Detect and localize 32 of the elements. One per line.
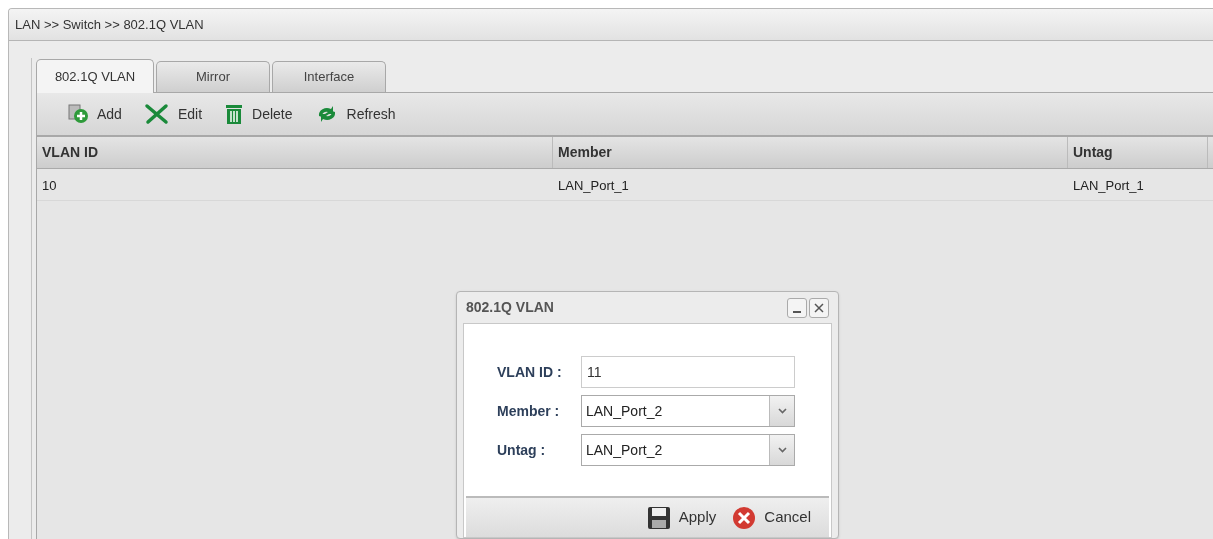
- chevron-down-icon: [777, 447, 787, 453]
- column-header: Untag: [1073, 143, 1113, 162]
- dropdown[interactable]: LAN_Port_2: [581, 395, 795, 427]
- table-cell: LAN_Port_1: [558, 177, 629, 193]
- column-header: Member: [558, 143, 612, 162]
- dropdown[interactable]: LAN_Port_2: [581, 434, 795, 466]
- field-label: VLAN ID :: [497, 362, 563, 382]
- table-cell: LAN_Port_1: [1073, 177, 1144, 193]
- field-label: Untag :: [497, 440, 547, 460]
- cancel-icon: [732, 505, 757, 530]
- chevron-down-icon: [777, 408, 787, 414]
- column-header: VLAN ID: [42, 143, 98, 162]
- tab[interactable]: 802.1Q VLAN: [36, 59, 154, 93]
- breadcrumb: LAN >> Switch >> 802.1Q VLAN: [15, 15, 204, 34]
- tab[interactable]: Mirror: [156, 61, 270, 92]
- delete-button[interactable]: Delete: [222, 99, 295, 129]
- close-icon: [813, 301, 825, 314]
- minimize-button[interactable]: [787, 297, 807, 318]
- refresh-button[interactable]: Refresh: [312, 99, 398, 129]
- minimize-icon: [793, 310, 801, 313]
- vlan-id-field[interactable]: 11: [581, 356, 795, 388]
- close-button[interactable]: [809, 297, 829, 318]
- trash-icon: [224, 103, 245, 125]
- add-button[interactable]: Add: [65, 99, 124, 129]
- tab[interactable]: Interface: [272, 61, 386, 92]
- dialog-title: 802.1Q VLAN: [466, 298, 554, 317]
- cancel-button[interactable]: Cancel: [732, 505, 811, 530]
- edit-button[interactable]: Edit: [141, 99, 205, 129]
- table-cell: 10: [42, 177, 57, 193]
- add-icon: [67, 104, 89, 124]
- field-label: Member :: [497, 401, 561, 421]
- apply-button[interactable]: Apply: [646, 505, 717, 530]
